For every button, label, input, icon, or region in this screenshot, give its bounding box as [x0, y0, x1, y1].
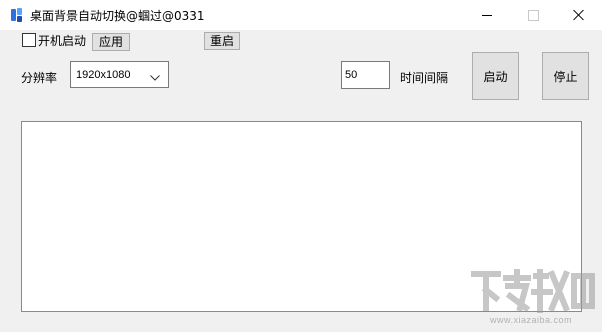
resolution-value: 1920x1080: [76, 69, 131, 81]
app-icon: [10, 7, 24, 23]
apply-button[interactable]: 应用: [92, 33, 130, 51]
interval-value: 50: [345, 69, 358, 81]
maximize-button[interactable]: [510, 0, 556, 30]
watermark-url: www.xiazaiba.com: [490, 315, 573, 325]
restart-button[interactable]: 重启: [204, 32, 240, 50]
autostart-checkbox[interactable]: [22, 33, 36, 47]
close-icon: [573, 9, 585, 21]
stop-button[interactable]: 停止: [542, 52, 589, 100]
close-button[interactable]: [556, 0, 602, 30]
maximize-icon: [527, 9, 539, 21]
interval-input[interactable]: 50: [341, 61, 390, 89]
window-title: 桌面背景自动切换@蝈过@0331: [30, 9, 205, 23]
resolution-select[interactable]: 1920x1080: [70, 61, 169, 88]
resolution-label: 分辨率: [21, 71, 58, 85]
chevron-down-icon: [150, 70, 160, 81]
interval-label: 时间间隔: [400, 71, 449, 85]
autostart-label[interactable]: 开机启动: [38, 32, 86, 49]
start-button[interactable]: 启动: [472, 52, 519, 100]
main-window: 桌面背景自动切换@蝈过@0331 开机启动 应用 重启 分辨率 1920x108…: [0, 0, 602, 332]
watermark-logo: www.xiazaiba.com: [470, 268, 598, 328]
minimize-icon: [482, 14, 492, 16]
title-bar[interactable]: 桌面背景自动切换@蝈过@0331: [0, 0, 602, 30]
minimize-button[interactable]: [464, 0, 510, 30]
